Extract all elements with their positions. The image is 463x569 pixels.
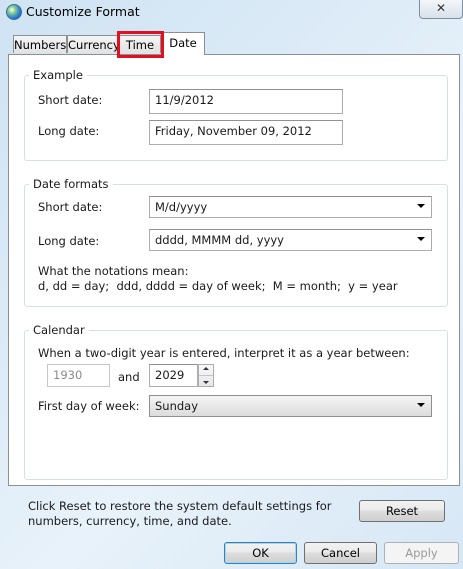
tab-currency[interactable]: Currency [67, 35, 120, 53]
short-date-format-value: M/d/yyyy [155, 200, 208, 214]
short-date-format-combo[interactable]: M/d/yyyy [149, 196, 432, 218]
year-from-field: 1930 [47, 364, 110, 387]
chevron-down-icon [417, 204, 425, 208]
long-date-format-label: Long date: [38, 234, 100, 248]
short-date-format-label: Short date: [38, 200, 103, 214]
and-label: and [118, 370, 140, 384]
first-day-combo[interactable]: Sunday [149, 395, 432, 417]
date-formats-group-label: Date formats [29, 177, 113, 191]
reset-description-line2: numbers, currency, time, and date. [28, 514, 232, 528]
apply-button[interactable]: Apply [384, 542, 459, 564]
example-long-date-label: Long date: [38, 124, 100, 138]
ok-button[interactable]: OK [224, 542, 297, 564]
spin-up-button[interactable] [199, 365, 213, 376]
calendar-group-label: Calendar [29, 323, 89, 337]
example-group-label: Example [29, 68, 87, 82]
first-day-label: First day of week: [38, 399, 140, 413]
chevron-down-icon [417, 403, 425, 407]
year-spinner[interactable] [198, 364, 214, 387]
tab-date[interactable]: Date [161, 32, 205, 55]
tab-highlight-box [117, 31, 164, 58]
long-date-format-combo[interactable]: dddd, MMMM dd, yyyy [149, 229, 432, 251]
notations-title: What the notations mean: [38, 264, 189, 278]
arrow-down-icon [203, 381, 209, 384]
long-date-format-value: dddd, MMMM dd, yyyy [155, 233, 284, 247]
window-title: Customize Format [26, 4, 140, 19]
example-short-date-field: 11/9/2012 [149, 89, 343, 114]
reset-button[interactable]: Reset [359, 500, 445, 522]
cancel-button[interactable]: Cancel [304, 542, 377, 564]
spin-down-button[interactable] [199, 376, 213, 387]
tab-numbers[interactable]: Numbers [13, 35, 67, 53]
first-day-value: Sunday [155, 399, 199, 413]
example-short-date-label: Short date: [38, 93, 103, 107]
arrow-up-icon [203, 367, 209, 370]
year-to-field[interactable]: 2029 [149, 364, 198, 387]
chevron-down-icon [417, 237, 425, 241]
notations-text: d, dd = day; ddd, dddd = day of week; M … [38, 279, 398, 293]
example-long-date-field: Friday, November 09, 2012 [149, 120, 343, 145]
reset-description-line1: Click Reset to restore the system defaul… [28, 499, 332, 513]
two-digit-year-text: When a two-digit year is entered, interp… [38, 346, 410, 360]
example-group [24, 75, 448, 161]
globe-icon [6, 4, 22, 20]
close-button[interactable]: ✕ [419, 0, 463, 19]
